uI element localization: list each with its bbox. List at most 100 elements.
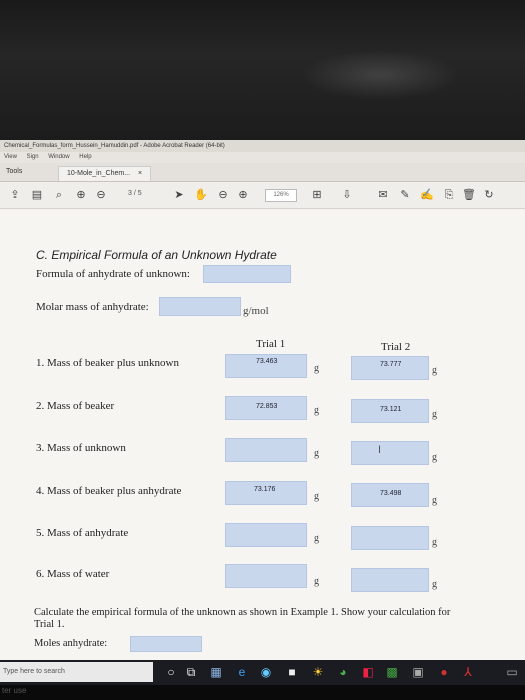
text-cursor-icon: I: [378, 444, 382, 456]
row3-trial2-unit: g: [432, 452, 437, 463]
molar-mass-field[interactable]: [159, 297, 241, 316]
row5-trial1-field[interactable]: [225, 523, 307, 547]
row6-trial1-field[interactable]: [225, 564, 307, 588]
section-title: C. Empirical Formula of an Unknown Hydra…: [36, 248, 277, 262]
page-number[interactable]: 3 / 5: [128, 190, 142, 197]
calc-instruction: Calculate the empirical formula of the u…: [34, 607, 451, 618]
light-glare: [300, 50, 460, 100]
row5-trial1-unit: g: [314, 533, 319, 544]
row4-trial1-unit: g: [314, 491, 319, 502]
monitor-screen: Chemical_Formulas_form_Hussein_Hamuddin.…: [0, 140, 525, 685]
row4-trial2-unit: g: [432, 495, 437, 506]
windows-taskbar: Type here to search ○ ⧉ ▦ e ◉ ■ ☀ ◕ ◧ ▩ …: [0, 660, 525, 685]
tab-bar: Tools 10-Mole_in_Chem... ×: [0, 163, 525, 182]
row1-trial1-value: 73.463: [256, 358, 278, 365]
row2-trial2-field[interactable]: 73.121: [351, 399, 429, 423]
molar-mass-unit: g/mol: [243, 305, 269, 317]
chrome-icon[interactable]: ◕: [335, 664, 351, 680]
close-tab-icon[interactable]: ×: [138, 170, 142, 177]
monitor-bottom-bezel: ter use: [0, 685, 525, 700]
scroll-mode-icon[interactable]: ⇩: [340, 188, 354, 202]
row1-trial1-field[interactable]: 73.463: [225, 354, 307, 378]
trial1-header: Trial 1: [256, 338, 286, 350]
row4-trial2-field[interactable]: 73.498: [351, 483, 429, 507]
row2-trial1-value: 72.853: [256, 403, 278, 410]
comment-icon[interactable]: ✉: [376, 188, 390, 202]
photos-icon[interactable]: ▣: [410, 664, 426, 680]
row2-trial2-value: 73.121: [380, 406, 402, 413]
onedrive-icon[interactable]: ◉: [258, 664, 274, 680]
row1-trial2-value: 73.777: [380, 361, 402, 368]
row2-trial1-unit: g: [314, 405, 319, 416]
task-view-icon[interactable]: ⧉: [183, 664, 199, 680]
moles-anhydrate-label: Moles anhydrate:: [34, 638, 108, 649]
row3-trial1-field[interactable]: [225, 438, 307, 462]
molar-mass-label: Molar mass of anhydrate:: [36, 301, 149, 313]
row2-trial2-unit: g: [432, 409, 437, 420]
row-label-3: 3. Mass of unknown: [36, 442, 126, 454]
row1-trial2-field[interactable]: 73.777: [351, 356, 429, 380]
calc-instruction-2: Trial 1.: [34, 619, 65, 630]
row1-trial1-unit: g: [314, 363, 319, 374]
row6-trial2-field[interactable]: [351, 568, 429, 592]
sticker-text: ter use: [2, 686, 27, 695]
stamp-icon[interactable]: ⎘: [442, 188, 456, 202]
pdf-page: C. Empirical Formula of an Unknown Hydra…: [0, 210, 525, 670]
row4-trial2-value: 73.498: [380, 490, 402, 497]
menu-window[interactable]: Window: [48, 154, 69, 160]
trial2-header: Trial 2: [381, 341, 411, 353]
excel-icon[interactable]: ▩: [384, 664, 400, 680]
menu-help[interactable]: Help: [79, 154, 91, 160]
taskbar-search-input[interactable]: Type here to search: [0, 662, 153, 682]
select-cursor-icon[interactable]: ➤: [172, 188, 186, 202]
menu-view[interactable]: View: [4, 154, 17, 160]
row3-trial2-field[interactable]: I: [351, 441, 429, 465]
refresh-icon[interactable]: ↻: [482, 188, 496, 202]
zoom-level[interactable]: 126%: [265, 189, 297, 202]
tab-tools[interactable]: Tools: [6, 168, 22, 175]
zoom-out-icon[interactable]: ⊖: [216, 188, 230, 202]
photo: Chemical_Formulas_form_Hussein_Hamuddin.…: [0, 0, 525, 700]
share-icon[interactable]: ⇪: [8, 188, 22, 202]
edge-icon[interactable]: e: [234, 664, 250, 680]
fit-page-icon[interactable]: ⊞: [310, 188, 324, 202]
pen-icon[interactable]: ✎: [398, 188, 412, 202]
row1-trial2-unit: g: [432, 365, 437, 376]
zoom-in-icon[interactable]: ⊕: [236, 188, 250, 202]
row-label-4: 4. Mass of beaker plus anhydrate: [36, 485, 182, 497]
row4-trial1-value: 73.176: [254, 486, 276, 493]
store-icon[interactable]: ■: [284, 664, 300, 680]
hand-tool-icon[interactable]: ✋: [194, 188, 208, 202]
print-icon[interactable]: ▤: [30, 188, 44, 202]
page-down-icon[interactable]: ⊖: [94, 188, 108, 202]
row5-trial2-field[interactable]: [351, 526, 429, 550]
acrobat-icon[interactable]: ⅄: [460, 664, 476, 680]
sign-icon[interactable]: ✍: [420, 188, 434, 202]
tab-document-label: 10-Mole_in_Chem...: [67, 170, 131, 177]
row-label-2: 2. Mass of beaker: [36, 400, 115, 412]
menu-bar: View Sign Window Help: [0, 152, 525, 163]
search-icon[interactable]: ⌕: [52, 188, 66, 202]
formula-field[interactable]: [203, 265, 291, 283]
file-explorer-icon[interactable]: ▦: [208, 664, 224, 680]
page-up-icon[interactable]: ⊕: [74, 188, 88, 202]
menu-sign[interactable]: Sign: [27, 154, 39, 160]
window-titlebar: Chemical_Formulas_form_Hussein_Hamuddin.…: [0, 140, 525, 152]
app-icon[interactable]: ●: [436, 664, 452, 680]
formula-label: Formula of anhydrate of unknown:: [36, 268, 190, 280]
row5-trial2-unit: g: [432, 537, 437, 548]
tab-document[interactable]: 10-Mole_in_Chem... ×: [58, 166, 152, 181]
cortana-icon[interactable]: ○: [163, 664, 179, 680]
weather-icon[interactable]: ☀: [310, 664, 326, 680]
row-label-6: 6. Mass of water: [36, 568, 110, 580]
row-label-1: 1. Mass of beaker plus unknown: [36, 357, 179, 369]
row2-trial1-field[interactable]: 72.853: [225, 396, 307, 420]
delete-icon[interactable]: 🗑: [462, 188, 476, 202]
notification-icon[interactable]: ▭: [504, 664, 520, 680]
powerpoint-icon[interactable]: ◧: [360, 664, 376, 680]
moles-anhydrate-field[interactable]: [130, 636, 202, 652]
row-label-5: 5. Mass of anhydrate: [36, 527, 129, 539]
acrobat-toolbar: ⇪ ▤ ⌕ ⊕ ⊖ 3 / 5 ➤ ✋ ⊖ ⊕ 126% ⊞ ⇩ ✉ ✎ ✍ ⎘…: [0, 182, 525, 209]
row3-trial1-unit: g: [314, 448, 319, 459]
row4-trial1-field[interactable]: 73.176: [225, 481, 307, 505]
